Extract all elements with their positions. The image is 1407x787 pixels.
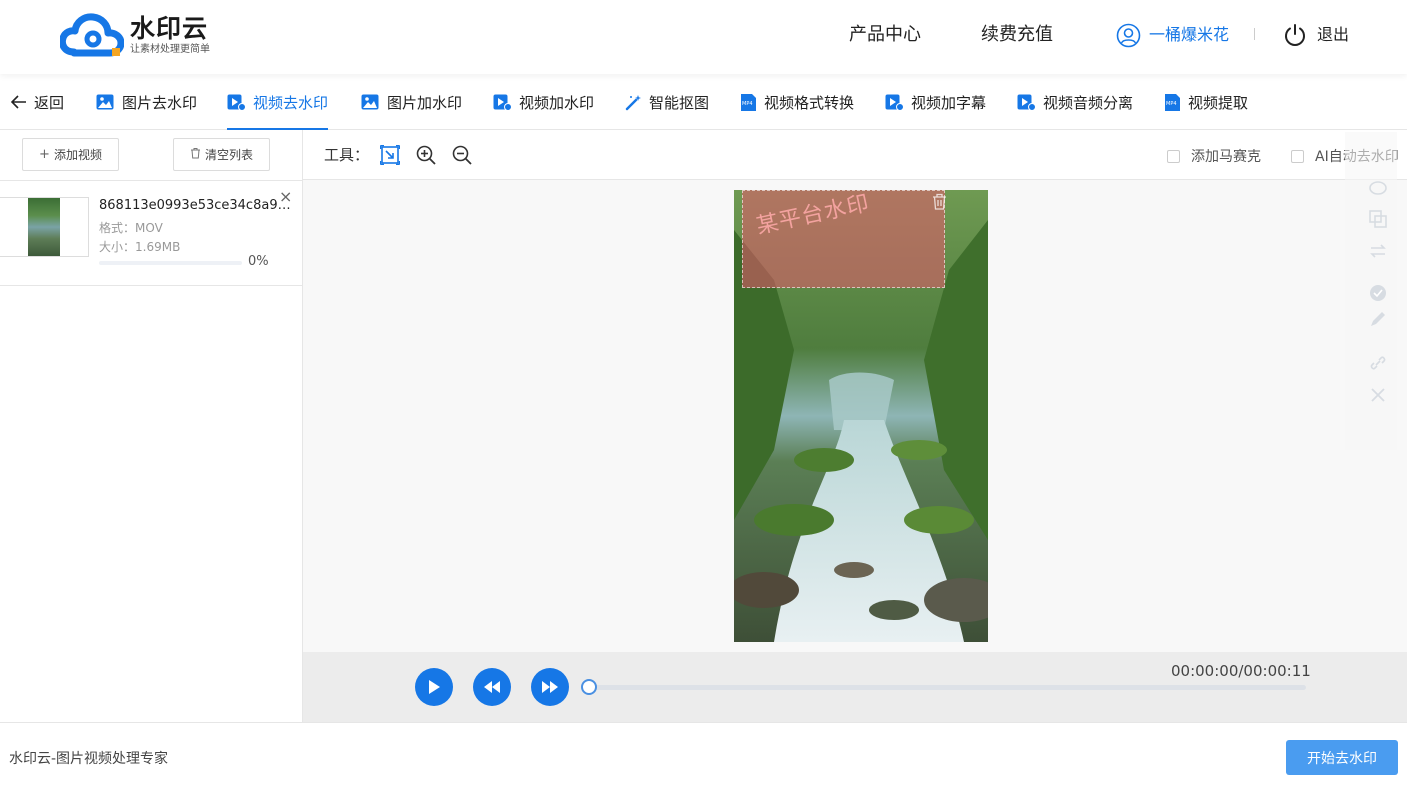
app-footer: 水印云-图片视频处理专家 开始去水印 — [0, 722, 1407, 787]
image-icon — [361, 94, 380, 111]
logo-slogan: 让素材处理更简单 — [130, 43, 210, 55]
tab-smart-cutout[interactable]: 智能抠图 — [625, 74, 709, 130]
select-region-icon[interactable] — [379, 144, 401, 166]
tab-video-extract[interactable]: MP4 视频提取 — [1164, 74, 1248, 130]
add-video-button[interactable]: + 添加视频 — [22, 138, 119, 171]
logout-label: 退出 — [1317, 25, 1350, 44]
tab-label: 图片去水印 — [122, 93, 198, 112]
editor-toolbar: 工具： 添加马赛克 AI自动去水印 — [303, 130, 1407, 180]
swap-icon[interactable] — [1369, 242, 1387, 260]
mp4-badge: MP4 — [1166, 101, 1177, 107]
zoom-in-icon[interactable] — [415, 144, 437, 166]
pen-icon[interactable] — [1369, 310, 1387, 328]
seek-bar[interactable] — [589, 685, 1306, 690]
video-thumbnail — [0, 197, 89, 257]
watermark-text: 某平台水印 — [754, 190, 872, 240]
tab-video-add-watermark[interactable]: 视频加水印 — [493, 74, 594, 130]
footer-text: 水印云-图片视频处理专家 — [9, 751, 169, 767]
file-progress-bar — [99, 261, 242, 265]
thumbnail-image — [28, 198, 60, 256]
mp4-file-icon: MP4 — [740, 93, 757, 112]
power-icon — [1285, 24, 1305, 46]
watermark-selection-box[interactable]: 某平台水印 — [742, 190, 947, 288]
file-format: 格式：MOV — [99, 221, 163, 235]
seek-handle[interactable] — [581, 679, 597, 695]
tab-label: 视频去水印 — [253, 93, 329, 112]
add-mosaic-checkbox[interactable]: 添加马赛克 — [1167, 146, 1261, 166]
delete-selection-icon[interactable] — [932, 193, 947, 214]
tab-video-add-subtitle[interactable]: 视频加字幕 — [885, 74, 986, 130]
app-header: 水印云 让素材处理更简单 产品中心 续费充值 一桶爆米花 退出 — [0, 0, 1407, 74]
video-player-controls: 00:00:00/00:00:11 — [303, 652, 1407, 722]
clear-list-button[interactable]: 清空列表 — [173, 138, 270, 171]
fast-forward-icon — [542, 681, 558, 693]
nav-product-center[interactable]: 产品中心 — [849, 20, 921, 50]
play-button[interactable] — [415, 668, 453, 706]
video-icon — [1017, 94, 1036, 111]
plus-icon: + — [39, 147, 50, 162]
file-sidebar: + 添加视频 清空列表 868113e0993e53ce34c8a947... … — [0, 130, 303, 722]
back-label: 返回 — [34, 93, 65, 112]
image-icon — [96, 94, 115, 111]
file-progress-label: 0% — [248, 254, 269, 269]
arrow-left-icon — [11, 95, 27, 109]
tab-image-add-watermark[interactable]: 图片加水印 — [361, 74, 462, 130]
logout-button[interactable]: 退出 — [1283, 20, 1349, 50]
user-icon — [1116, 23, 1141, 47]
logo-name: 水印云 — [130, 13, 209, 43]
fast-forward-button[interactable] — [531, 668, 569, 706]
header-divider — [1254, 28, 1255, 40]
mp4-badge: MP4 — [742, 101, 753, 107]
check-circle-icon[interactable] — [1369, 284, 1387, 302]
tab-label: 视频加水印 — [519, 93, 595, 112]
zoom-out-icon[interactable] — [451, 144, 473, 166]
video-preview[interactable]: 某平台水印 — [734, 190, 988, 642]
video-icon — [493, 94, 512, 111]
add-video-label: 添加视频 — [53, 148, 102, 162]
file-name: 868113e0993e53ce34c8a947... — [99, 198, 294, 213]
tab-video-remove-watermark[interactable]: 视频去水印 — [227, 74, 329, 130]
username: 一桶爆米花 — [1149, 25, 1230, 44]
video-icon — [885, 94, 904, 111]
checkbox-box[interactable] — [1291, 149, 1304, 163]
cloud-logo-icon — [60, 13, 124, 57]
floating-side-toolbar — [1345, 132, 1397, 450]
tools-label: 工具： — [324, 146, 370, 164]
trash-icon — [190, 147, 201, 163]
tab-image-remove-watermark[interactable]: 图片去水印 — [96, 74, 197, 130]
comment-icon[interactable] — [1369, 180, 1387, 198]
video-icon — [227, 94, 246, 111]
back-button[interactable]: 返回 — [11, 74, 64, 130]
mp4-file-icon: MP4 — [1164, 93, 1181, 112]
magic-wand-icon — [625, 94, 642, 111]
file-item[interactable]: 868113e0993e53ce34c8a947... 格式：MOV 大小：1.… — [0, 180, 302, 286]
copy-icon[interactable] — [1369, 210, 1387, 228]
close-icon[interactable] — [1369, 386, 1387, 404]
playback-time: 00:00:00/00:00:11 — [1171, 662, 1311, 680]
feature-tabs: 返回 图片去水印 视频去水印 图片加水印 视频加水印 智能抠图 MP4 视频格式… — [0, 74, 1407, 130]
remove-file-icon[interactable]: × — [279, 187, 292, 206]
link-icon[interactable] — [1369, 354, 1387, 372]
tab-label: 智能抠图 — [649, 93, 710, 112]
tab-label: 图片加水印 — [387, 93, 463, 112]
rewind-button[interactable] — [473, 668, 511, 706]
editor-area: 工具： 添加马赛克 AI自动去水印 — [303, 130, 1407, 722]
file-size: 大小：1.69MB — [99, 240, 181, 254]
clear-list-label: 清空列表 — [204, 148, 253, 162]
tab-label: 视频加字幕 — [911, 93, 987, 112]
tab-label: 视频格式转换 — [764, 93, 855, 112]
tab-video-format-convert[interactable]: MP4 视频格式转换 — [740, 74, 854, 130]
logo[interactable]: 水印云 让素材处理更简单 — [60, 12, 210, 58]
checkbox-label: 添加马赛克 — [1191, 149, 1261, 165]
tab-video-audio-separate[interactable]: 视频音频分离 — [1017, 74, 1133, 130]
nav-renew[interactable]: 续费充值 — [981, 20, 1053, 50]
tab-label: 视频音频分离 — [1043, 93, 1134, 112]
checkbox-box[interactable] — [1167, 149, 1180, 163]
user-menu[interactable]: 一桶爆米花 — [1116, 20, 1229, 50]
rewind-icon — [484, 681, 500, 693]
play-icon — [429, 680, 440, 694]
start-remove-watermark-button[interactable]: 开始去水印 — [1286, 740, 1398, 775]
tab-label: 视频提取 — [1188, 93, 1249, 112]
